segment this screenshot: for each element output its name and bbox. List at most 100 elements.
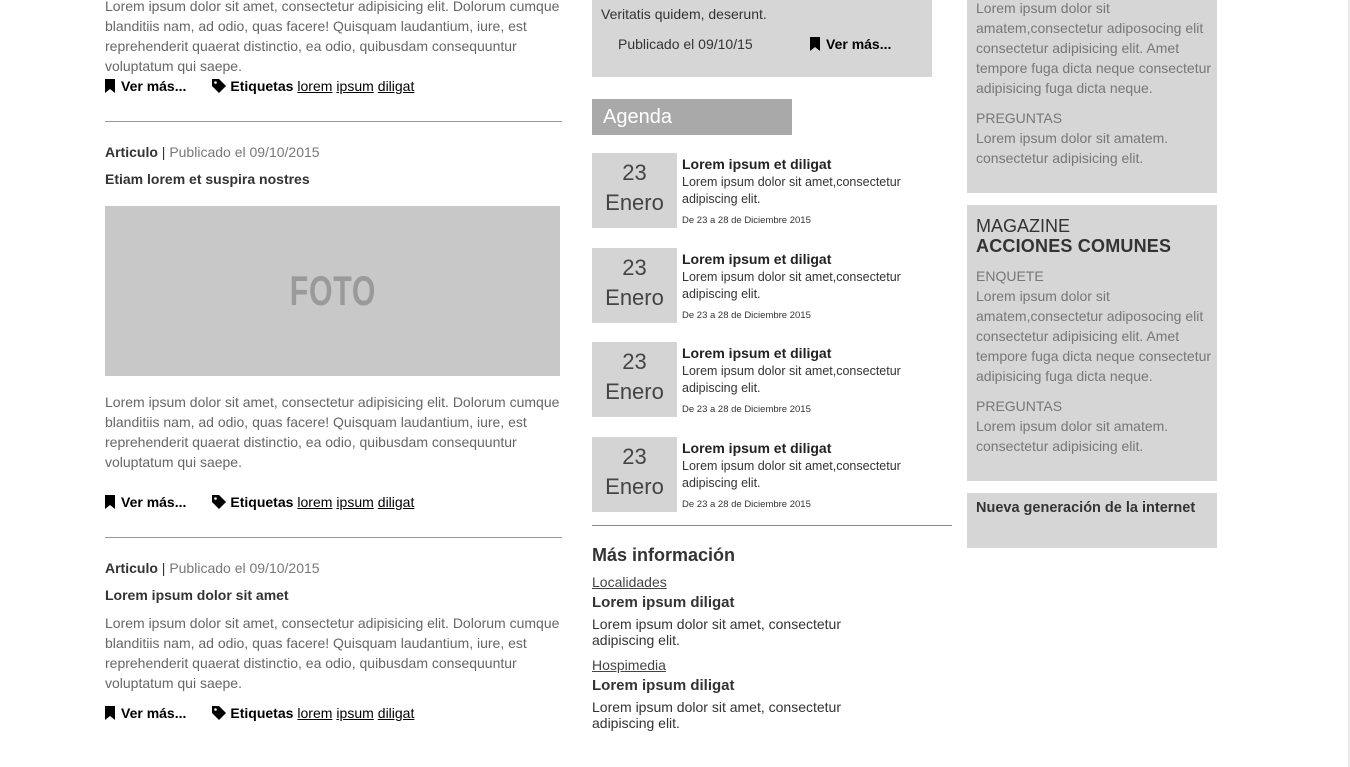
event-day: 23 bbox=[622, 349, 647, 374]
tag-icon bbox=[212, 495, 227, 509]
event-date-range: De 23 a 28 de Diciembre 2015 bbox=[682, 310, 811, 321]
event-date-box: 23 Enero bbox=[592, 248, 677, 323]
article-actions: Ver más... Etiquetas lorem ipsum diligat bbox=[105, 76, 414, 96]
more-info-link-localidades[interactable]: Localidades bbox=[592, 574, 667, 591]
sidebar-info-box: Lorem ipsum dolor sit amatem,consectetur… bbox=[967, 0, 1217, 193]
article-title[interactable]: Etiam lorem et suspira nostres bbox=[105, 170, 310, 188]
bookmark-icon bbox=[810, 37, 820, 51]
event-month: Enero bbox=[605, 190, 664, 215]
magazine-subtitle: ACCIONES COMUNES bbox=[976, 236, 1172, 256]
magazine-box: MAGAZINE ACCIONES COMUNES ENQUETE Lorem … bbox=[967, 205, 1217, 481]
event-month: Enero bbox=[605, 474, 664, 499]
lead-article-text: Lorem ipsum dolor sit amet, consectetur … bbox=[105, 0, 560, 74]
tags-label: Etiquetas bbox=[230, 78, 294, 94]
event-date-range: De 23 a 28 de Diciembre 2015 bbox=[682, 499, 811, 510]
more-info-heading: Lorem ipsum diligat bbox=[592, 677, 735, 694]
ver-mas-label: Ver más... bbox=[121, 494, 187, 510]
event-description: Lorem ipsum dolor sit amet,consectetur a… bbox=[682, 270, 901, 301]
event-title: Lorem ipsum et diligat bbox=[682, 345, 832, 361]
article-meta: Articulo | Publicado el 09/10/2015 bbox=[105, 559, 320, 577]
article-title[interactable]: Lorem ipsum dolor sit amet bbox=[105, 586, 289, 604]
tags-group: Etiquetas lorem ipsum diligat bbox=[212, 703, 414, 723]
article-body: Lorem ipsum dolor sit amet, consectetur … bbox=[105, 615, 560, 691]
sidebar-box-label: PREGUNTAS bbox=[976, 110, 1063, 126]
event-date-box: 23 Enero bbox=[592, 437, 677, 512]
magazine-enquete-text: Lorem ipsum dolor sit amatem,consectetur… bbox=[976, 288, 1212, 384]
ver-mas-link[interactable]: Ver más... bbox=[810, 34, 891, 54]
sidebar-box-text: Lorem ipsum dolor sit amatem,consectetur… bbox=[976, 0, 1212, 96]
event-day: 23 bbox=[622, 255, 647, 280]
event-date-range: De 23 a 28 de Diciembre 2015 bbox=[682, 215, 811, 226]
event-month: Enero bbox=[605, 379, 664, 404]
ver-mas-label: Ver más... bbox=[121, 705, 187, 721]
article-body: Lorem ipsum dolor sit amet, consectetur … bbox=[105, 394, 560, 470]
agenda-event[interactable]: 23 Enero Lorem ipsum et diligat Lorem ip… bbox=[592, 342, 932, 417]
event-description: Lorem ipsum dolor sit amet,consectetur a… bbox=[682, 364, 901, 395]
tags-label: Etiquetas bbox=[230, 494, 294, 510]
article-published-date: Publicado el 09/10/2015 bbox=[169, 560, 320, 576]
event-date-box: 23 Enero bbox=[592, 153, 677, 228]
tag-link-lorem[interactable]: lorem bbox=[297, 492, 332, 512]
next-gen-title: Nueva generación de la internet bbox=[976, 500, 1196, 516]
featured-text: Veritatis quidem, deserunt. bbox=[601, 6, 767, 22]
photo-label: FOTO bbox=[289, 267, 376, 314]
article-kind: Articulo bbox=[105, 560, 158, 576]
event-day: 23 bbox=[622, 444, 647, 469]
event-description: Lorem ipsum dolor sit amet,consectetur a… bbox=[682, 459, 901, 490]
agenda-event[interactable]: 23 Enero Lorem ipsum et diligat Lorem ip… bbox=[592, 437, 932, 512]
meta-separator: | bbox=[161, 144, 166, 160]
bookmark-icon bbox=[105, 79, 115, 93]
event-title: Lorem ipsum et diligat bbox=[682, 156, 832, 172]
agenda-event[interactable]: 23 Enero Lorem ipsum et diligat Lorem ip… bbox=[592, 248, 932, 323]
ver-mas-link[interactable]: Ver más... bbox=[105, 703, 186, 723]
more-info-heading: Lorem ipsum diligat bbox=[592, 594, 735, 611]
tag-link-ipsum[interactable]: ipsum bbox=[336, 703, 373, 723]
tag-link-lorem[interactable]: lorem bbox=[297, 76, 332, 96]
article-photo-placeholder: FOTO bbox=[105, 206, 560, 376]
sidebar-box-label-text: Lorem ipsum dolor sit amatem. consectetu… bbox=[976, 130, 1169, 166]
event-day: 23 bbox=[622, 160, 647, 185]
ver-mas-link[interactable]: Ver más... bbox=[105, 492, 186, 512]
section-divider bbox=[592, 525, 952, 526]
tag-link-ipsum[interactable]: ipsum bbox=[336, 76, 373, 96]
more-info-text: Lorem ipsum dolor sit amet, consectetur … bbox=[592, 699, 841, 731]
meta-separator: | bbox=[161, 560, 166, 576]
more-info-title: Más información bbox=[592, 545, 736, 565]
event-date-range: De 23 a 28 de Diciembre 2015 bbox=[682, 404, 811, 415]
article-actions: Ver más... Etiquetas lorem ipsum diligat bbox=[105, 492, 414, 512]
article-published-date: Publicado el 09/10/2015 bbox=[169, 144, 320, 160]
ver-mas-label: Ver más... bbox=[826, 36, 892, 52]
bookmark-icon bbox=[105, 706, 115, 720]
tag-link-ipsum[interactable]: ipsum bbox=[336, 492, 373, 512]
event-date-box: 23 Enero bbox=[592, 342, 677, 417]
tag-link-diligat[interactable]: diligat bbox=[378, 76, 415, 96]
tag-link-diligat[interactable]: diligat bbox=[378, 492, 415, 512]
featured-published-date: Publicado el 09/10/15 bbox=[618, 36, 753, 52]
more-info-text: Lorem ipsum dolor sit amet, consectetur … bbox=[592, 616, 841, 648]
article-actions: Ver más... Etiquetas lorem ipsum diligat bbox=[105, 703, 414, 723]
tag-link-diligat[interactable]: diligat bbox=[378, 703, 415, 723]
magazine-label-enquete: ENQUETE bbox=[976, 268, 1044, 284]
tags-group: Etiquetas lorem ipsum diligat bbox=[212, 492, 414, 512]
agenda-event[interactable]: 23 Enero Lorem ipsum et diligat Lorem ip… bbox=[592, 153, 932, 228]
tag-icon bbox=[212, 79, 227, 93]
tags-group: Etiquetas lorem ipsum diligat bbox=[212, 76, 414, 96]
next-gen-box[interactable]: Nueva generación de la internet bbox=[967, 493, 1217, 548]
magazine-label-preguntas: PREGUNTAS bbox=[976, 398, 1063, 414]
ver-mas-label: Ver más... bbox=[121, 78, 187, 94]
article-divider bbox=[105, 121, 562, 122]
featured-news-box: Veritatis quidem, deserunt. Publicado el… bbox=[592, 0, 932, 77]
bookmark-icon bbox=[105, 495, 115, 509]
event-description: Lorem ipsum dolor sit amet,consectetur a… bbox=[682, 175, 901, 206]
event-title: Lorem ipsum et diligat bbox=[682, 440, 832, 456]
article-kind: Articulo bbox=[105, 144, 158, 160]
tag-link-lorem[interactable]: lorem bbox=[297, 703, 332, 723]
tag-icon bbox=[212, 706, 227, 720]
article-meta: Articulo | Publicado el 09/10/2015 bbox=[105, 143, 320, 161]
ver-mas-link[interactable]: Ver más... bbox=[105, 76, 186, 96]
event-month: Enero bbox=[605, 285, 664, 310]
magazine-title: MAGAZINE bbox=[976, 216, 1071, 236]
more-info-link-hospimedia[interactable]: Hospimedia bbox=[592, 657, 666, 674]
event-title: Lorem ipsum et diligat bbox=[682, 251, 832, 267]
magazine-preguntas-text: Lorem ipsum dolor sit amatem. consectetu… bbox=[976, 418, 1169, 454]
